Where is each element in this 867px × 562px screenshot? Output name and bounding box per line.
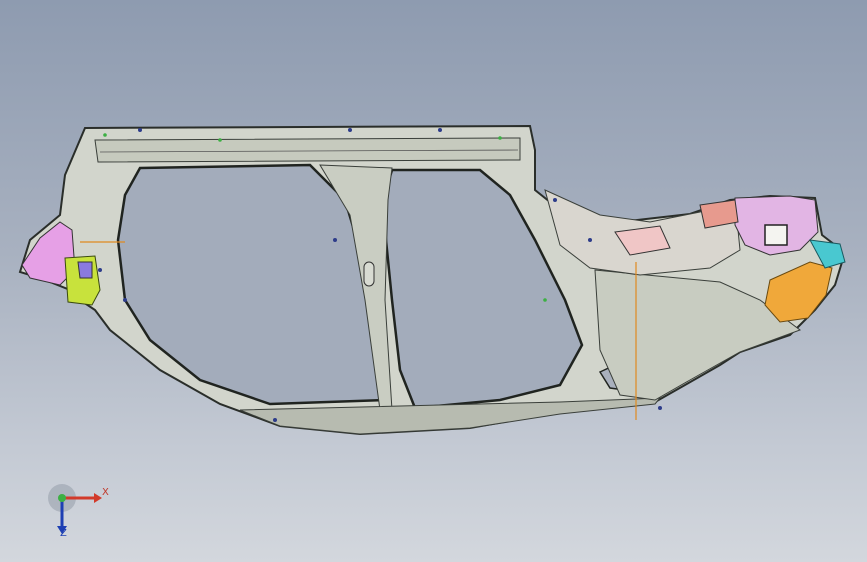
3d-viewport[interactable]: X Z (0, 0, 867, 562)
car-side-panel-model[interactable] (0, 0, 867, 562)
front-hinge-purple (77, 261, 93, 279)
z-axis-label: Z (60, 528, 67, 539)
x-axis-label: X (102, 487, 109, 498)
b-pillar-slot (363, 261, 375, 287)
x-axis-arrowhead (94, 493, 102, 503)
triad-origin (58, 494, 66, 502)
rear-lamp-cutout (764, 224, 788, 246)
